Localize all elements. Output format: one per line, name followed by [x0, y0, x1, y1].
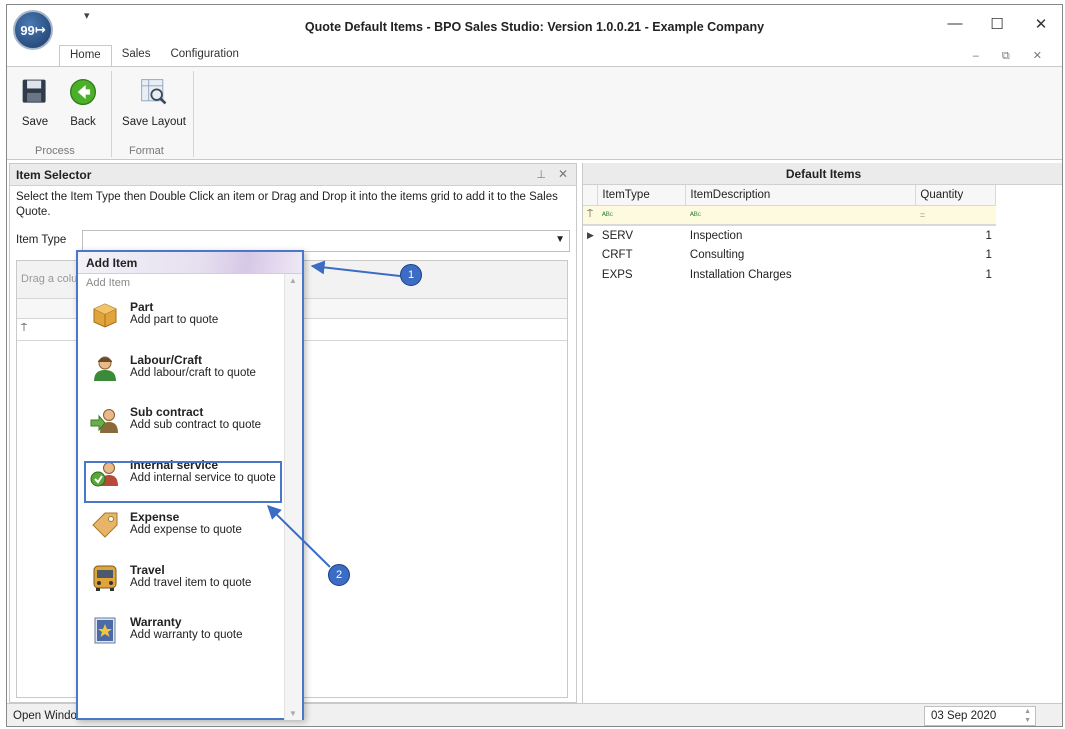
save-layout-button-label: Save Layout: [122, 116, 186, 128]
add-item-warranty-desc: Add warranty to quote: [130, 629, 243, 641]
cell-itemdescription[interactable]: Inspection: [686, 225, 916, 245]
save-button-label: Save: [21, 116, 49, 128]
mdi-window-controls[interactable]: – ⧉ ✕: [973, 49, 1052, 63]
cell-itemtype[interactable]: EXPS: [598, 265, 686, 285]
save-button[interactable]: Save: [15, 73, 55, 128]
cell-itemdescription[interactable]: Consulting: [686, 245, 916, 265]
close-panel-icon[interactable]: ✕: [558, 167, 568, 181]
filter-pin-icon: ⍑: [21, 323, 27, 334]
add-item-expense-desc: Add expense to quote: [130, 524, 242, 536]
cell-itemdescription[interactable]: Installation Charges: [686, 265, 916, 285]
add-item-warranty[interactable]: Warranty Add warranty to quote: [78, 609, 284, 662]
tab-home[interactable]: Home: [59, 45, 112, 67]
floppy-disk-icon: [22, 79, 46, 103]
scroll-up-icon[interactable]: ▲: [289, 276, 297, 285]
cell-itemtype[interactable]: SERV: [598, 225, 686, 245]
group-label-process: Process: [35, 145, 75, 157]
item-selector-header: Item Selector ⊥ ✕: [10, 164, 576, 186]
title-bar: 99 ↦ ▾ Quote Default Items - BPO Sales St…: [7, 5, 1062, 50]
add-item-labour-craft-desc: Add labour/craft to quote: [130, 366, 256, 379]
filter-itemdescription-cell[interactable]: ᴬᴮᶜ: [685, 205, 916, 226]
item-selector-title: Item Selector: [16, 168, 92, 182]
table-row[interactable]: EXPS Installation Charges 1: [583, 265, 996, 285]
item-selector-instructions: Select the Item Type then Double Click a…: [16, 191, 558, 218]
add-item-warranty-title: Warranty: [130, 615, 182, 629]
back-button[interactable]: Back: [63, 73, 103, 128]
add-item-expense[interactable]: Expense Add expense to quote: [78, 504, 284, 557]
add-item-part-title: Part: [130, 300, 154, 314]
internal-service-highlight: [84, 461, 282, 503]
auto-filter-row[interactable]: ⍑ ᴬᴮᶜ ᴬᴮᶜ =: [583, 205, 996, 226]
ribbon: Save Back Save Layout Process Format: [7, 66, 1062, 160]
minimize-button[interactable]: —: [940, 15, 970, 32]
add-item-expense-title: Expense: [130, 510, 180, 524]
add-item-travel-desc: Add travel item to quote: [130, 576, 252, 589]
pin-icon[interactable]: ⊥: [536, 168, 546, 181]
close-button[interactable]: ✕: [1026, 15, 1056, 33]
table-row[interactable]: CRFT Consulting 1: [583, 245, 996, 265]
default-items-title: Default Items: [583, 163, 1062, 185]
filter-quantity-cell[interactable]: =: [915, 205, 996, 226]
back-arrow-icon: [69, 78, 97, 106]
date-field[interactable]: 03 Sep 2020 ▲ ▼: [924, 706, 1036, 726]
warranty-icon: [94, 617, 116, 644]
bus-icon: [93, 565, 117, 591]
add-item-sub-contract-desc: Add sub contract to quote: [130, 419, 262, 431]
dropdown-arrow-icon[interactable]: ▼: [555, 234, 565, 245]
tab-sales[interactable]: Sales: [112, 45, 161, 67]
item-type-row: Item Type ▼: [10, 230, 576, 252]
maximize-button[interactable]: ☐: [982, 15, 1012, 33]
worker-icon: [94, 356, 116, 381]
table-row[interactable]: ▶ SERV Inspection 1: [583, 225, 996, 245]
date-value: 03 Sep 2020: [931, 710, 997, 722]
column-header-itemdescription[interactable]: ItemDescription: [685, 185, 917, 206]
ribbon-tabs: Home Sales Configuration: [59, 45, 249, 67]
cell-quantity[interactable]: 1: [916, 225, 996, 245]
add-item-travel[interactable]: Travel Add travel item to quote: [78, 557, 284, 610]
add-item-popup-title: Add Item: [78, 252, 302, 274]
default-items-table: ItemType ItemDescription Quantity ⍑ ᴬᴮᶜ …: [583, 185, 997, 285]
callout-1: 1: [400, 264, 422, 286]
item-type-label: Item Type: [16, 234, 67, 246]
filter-pin-icon: ⍑: [583, 205, 598, 226]
current-row-indicator-icon: ▶: [587, 230, 594, 240]
status-text: Open Windo: [13, 710, 77, 722]
add-item-part[interactable]: Part Add part to quote: [78, 294, 284, 347]
add-item-sub-contract[interactable]: Sub contract Add sub contract to quote: [78, 399, 284, 452]
window-title: Quote Default Items - BPO Sales Studio: …: [304, 20, 765, 34]
add-item-labour-craft[interactable]: Labour/Craft Add labour/craft to quote: [78, 347, 284, 400]
scroll-down-icon[interactable]: ▼: [289, 709, 297, 718]
column-header-itemtype[interactable]: ItemType: [597, 185, 687, 206]
cell-quantity[interactable]: 1: [916, 265, 996, 285]
ribbon-group-divider: [111, 71, 112, 157]
column-header-quantity[interactable]: Quantity: [915, 185, 997, 206]
back-button-label: Back: [70, 116, 96, 128]
ribbon-group-divider: [193, 71, 194, 157]
cell-quantity[interactable]: 1: [916, 245, 996, 265]
group-label-format: Format: [129, 145, 164, 157]
popup-scrollbar[interactable]: ▲ ▼: [284, 274, 302, 720]
tag-icon: [92, 512, 118, 538]
callout-2: 2: [328, 564, 350, 586]
add-item-labour-craft-title: Labour/Craft: [130, 352, 202, 367]
tab-configuration[interactable]: Configuration: [160, 45, 248, 67]
add-item-travel-title: Travel: [130, 562, 165, 577]
add-item-sub-contract-title: Sub contract: [130, 405, 204, 419]
table-header-row: ItemType ItemDescription Quantity: [583, 185, 997, 206]
add-item-popup-subtitle: Add Item: [86, 277, 131, 289]
item-type-dropdown[interactable]: ▼: [82, 230, 570, 252]
add-item-part-desc: Add part to quote: [130, 314, 219, 326]
box-icon: [93, 303, 117, 328]
save-layout-button[interactable]: Save Layout: [119, 73, 189, 128]
layout-search-icon: [141, 79, 167, 105]
subcontract-icon: [90, 409, 118, 433]
cell-itemtype[interactable]: CRFT: [598, 245, 686, 265]
date-spinner-icon[interactable]: ▲ ▼: [1024, 707, 1031, 725]
row-indicator-header: [583, 185, 599, 206]
default-items-panel: Default Items ItemType ItemDescription Q…: [582, 163, 1062, 703]
filter-itemtype-cell[interactable]: ᴬᴮᶜ: [597, 205, 686, 226]
app-logo[interactable]: 99 ↦: [13, 10, 53, 50]
